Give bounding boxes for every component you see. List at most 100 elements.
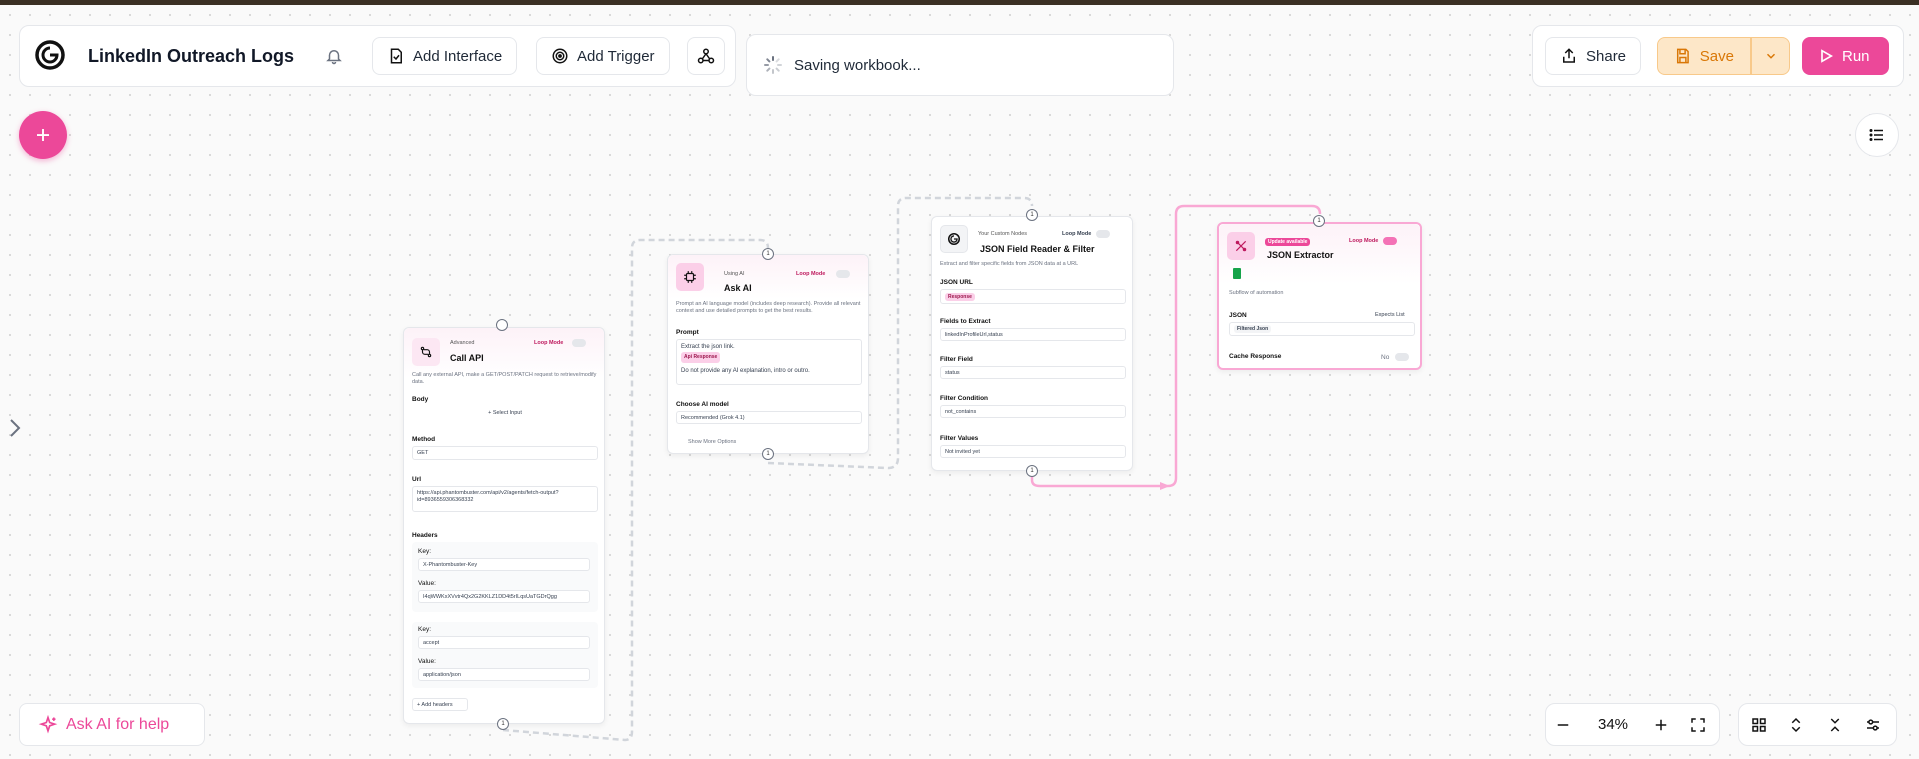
header-key-field[interactable]: accept [418,636,590,649]
logo-icon[interactable] [34,39,66,71]
header-entry-1: Key: X-Phantombuster-Key Value: I4qWWKxX… [412,542,598,612]
ai-chip-icon [676,263,704,291]
node-call-api[interactable]: Advanced Call API Loop Mode Call any ext… [403,327,605,724]
plus-icon [1655,719,1667,731]
api-response-chip[interactable]: Api Response [681,352,721,363]
collapse-all-button[interactable] [1826,716,1844,739]
condition-label: Filter Condition [940,395,989,402]
loop-mode-label: Loop Mode [1349,238,1379,244]
port-json-reader-in[interactable]: 1 [1026,209,1038,221]
fields-label: Fields to Extract [940,318,991,325]
prompt-field[interactable]: Extract the json link. Api Response Do n… [676,339,862,385]
add-trigger-button[interactable]: Add Trigger [536,37,670,75]
node-description: Subflow of automation [1229,290,1284,296]
cache-response-label: Cache Response [1229,353,1282,360]
node-json-field-reader[interactable]: Your Custom Nodes JSON Field Reader & Fi… [931,216,1133,471]
api-icon [412,338,440,366]
header-key-field[interactable]: X-Phantombuster-Key [418,558,590,571]
node-ask-ai[interactable]: Using AI Ask AI Loop Mode Prompt an AI l… [667,254,869,454]
add-interface-label: Add Interface [413,47,503,65]
fit-view-button[interactable] [1689,716,1707,739]
node-category: Your Custom Nodes [978,231,1028,237]
save-icon [1676,48,1689,64]
save-button[interactable]: Save [1657,37,1751,75]
json-url-label: JSON URL [940,279,973,286]
bell-icon[interactable] [325,47,343,70]
condition-select[interactable]: not_contains [940,405,1126,418]
body-label: Body [412,396,429,403]
key-label: Key: [418,548,432,555]
port-json-extractor-in[interactable]: 1 [1313,215,1325,227]
add-headers-button[interactable]: + Add headers [412,698,468,711]
expand-sidebar-chevron-icon[interactable] [8,417,22,444]
ask-ai-help-label: Ask AI for help [66,715,170,733]
webhook-icon [697,48,715,64]
port-ask-ai-out[interactable]: 1 [762,448,774,460]
run-label: Run [1842,47,1870,65]
workbook-title[interactable]: LinkedIn Outreach Logs [88,46,294,67]
header-value-field[interactable]: application/json [418,668,590,681]
loop-mode-toggle[interactable] [572,339,586,347]
settings-button[interactable] [1864,716,1882,739]
cache-response-toggle[interactable] [1395,353,1409,361]
grid-view-button[interactable] [1750,716,1768,739]
port-call-api-out[interactable]: 1 [497,718,509,730]
url-field[interactable]: https://api.phantombuster.com/api/v2/age… [412,486,598,512]
expand-all-button[interactable] [1787,716,1805,739]
model-label: Choose AI model [676,401,729,408]
ask-ai-help-button[interactable]: Ask AI for help [19,703,205,746]
node-list-button[interactable] [1855,113,1899,157]
node-json-extractor[interactable]: Update available JSON Extractor Loop Mod… [1217,222,1422,370]
select-input-button[interactable]: + Select Input [412,406,598,420]
webhook-button[interactable] [687,37,725,75]
fullscreen-icon [1691,718,1705,732]
node-name: JSON Extractor [1267,250,1334,260]
sliders-icon [1867,719,1879,731]
edge-arrowhead [1160,482,1170,490]
zoom-in-button[interactable] [1652,716,1670,739]
json-field[interactable]: Filtered Json [1229,322,1415,336]
show-more-options[interactable]: Show More Options [688,439,736,446]
node-description: Extract and filter specific fields from … [940,261,1079,267]
minus-icon [1557,724,1569,726]
filter-field-label: Filter Field [940,356,973,363]
filter-values-field[interactable]: Not invited yet [940,445,1126,458]
extractor-icon [1227,232,1255,260]
add-interface-button[interactable]: Add Interface [372,37,518,75]
zoom-level: 34% [1598,716,1629,733]
json-url-field[interactable]: Response [940,289,1126,304]
sparkle-icon [38,714,58,733]
port-call-api-in[interactable] [496,319,508,331]
response-chip[interactable]: Response [945,292,975,301]
node-description: Prompt an AI language model (includes de… [676,301,861,314]
model-select[interactable]: Recommended (Grok 4.1) [676,411,862,424]
node-category: Using AI [724,271,745,277]
value-label: Value: [418,580,436,587]
share-label: Share [1586,47,1627,65]
method-select[interactable]: GET [412,446,598,460]
zoom-out-button[interactable] [1554,716,1572,739]
add-node-button[interactable] [19,111,67,159]
share-icon [1563,48,1575,63]
play-icon [1821,49,1834,63]
custom-node-icon [940,225,968,253]
share-button[interactable]: Share [1545,37,1642,75]
value-label: Value: [418,658,436,665]
port-ask-ai-in[interactable]: 1 [762,248,774,260]
fields-field[interactable]: linkedInProfileUrl,status [940,328,1126,341]
save-dropdown-button[interactable] [1751,37,1790,75]
header-value-field[interactable]: I4qWWKxXVvtr4Qx2G2KKLZ1DD4t5rILqsUaTGDrQ… [418,590,590,603]
filtered-json-chip[interactable]: Filtered Json [1234,325,1272,333]
spinner-icon [763,55,783,80]
filter-field-input[interactable]: status [940,366,1126,379]
node-description: Call any external API, make a GET/POST/P… [412,372,597,385]
run-button[interactable]: Run [1802,37,1889,75]
update-available-badge[interactable]: Update available [1265,238,1311,246]
port-json-reader-out[interactable]: 1 [1026,465,1038,477]
loop-mode-toggle[interactable] [1383,237,1397,245]
sheet-icon [1233,268,1241,279]
prompt-label: Prompt [676,329,699,336]
loop-mode-toggle[interactable] [1096,230,1110,238]
loop-mode-toggle[interactable] [836,270,850,278]
node-header: Using AI Ask AI Loop Mode [668,255,868,299]
